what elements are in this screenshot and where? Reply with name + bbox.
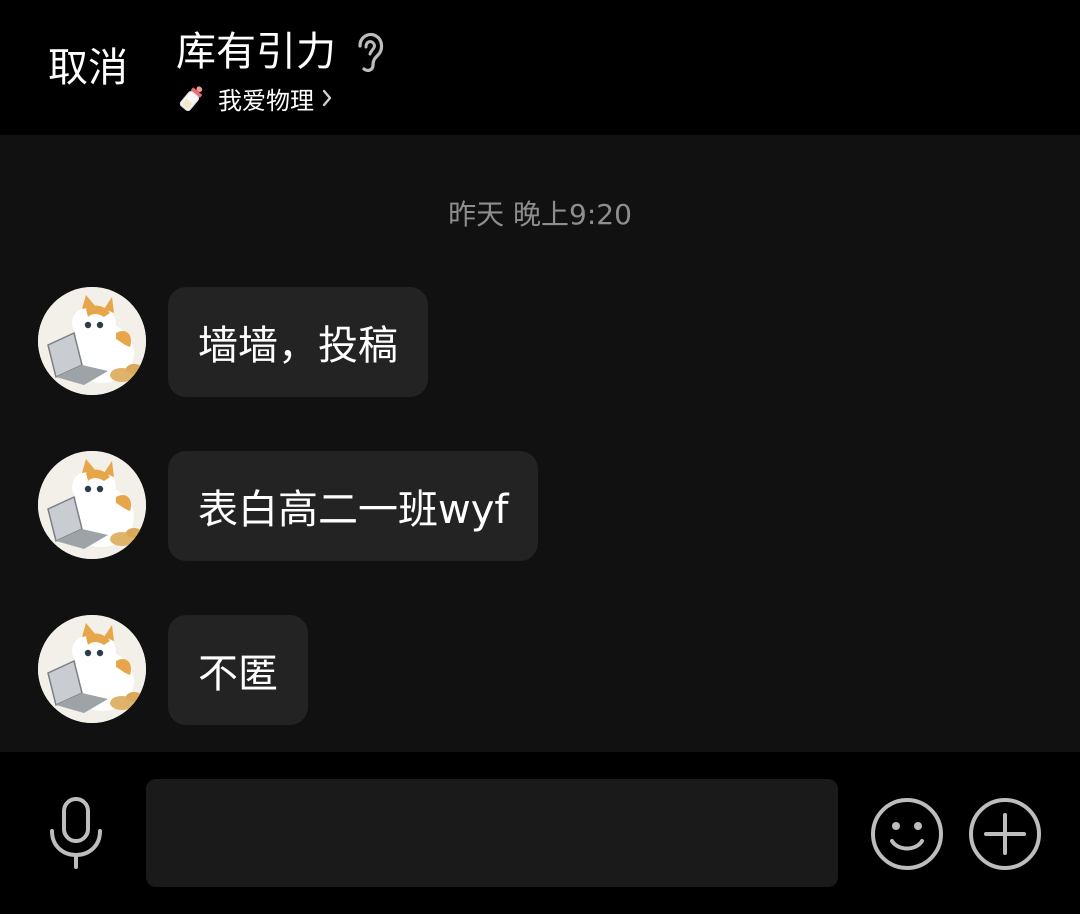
message-row: 不匿 [38,615,308,725]
cat-with-laptop-avatar [38,615,146,723]
message-bubble[interactable]: 表白高二一班wyf [168,451,539,561]
message-bubble[interactable]: 不匿 [168,615,308,725]
title-row: 库有引力 [176,26,386,78]
message-row: 墙墙，投稿 [38,287,428,397]
timestamp: 昨天 晚上9:20 [448,198,632,231]
avatar[interactable] [38,287,146,395]
avatar[interactable] [38,615,146,723]
subtitle-label: 我爱物理 [218,86,314,115]
page-title: 库有引力 [176,29,336,75]
baby-bottle-icon [179,86,203,112]
message-list[interactable]: 昨天 晚上9:20 墙墙，投稿 表白高二一班wyf 不匿 [0,135,1080,752]
plus-circle-icon[interactable] [966,795,1044,873]
message-bubble[interactable]: 墙墙，投稿 [168,287,428,397]
ear-icon[interactable] [352,30,386,74]
microphone-icon[interactable] [44,795,108,871]
cat-with-laptop-avatar [38,287,146,395]
top-bar: 取消 库有引力 我爱物理 [0,0,1080,135]
chevron-right-icon [322,89,332,107]
smiley-icon[interactable] [868,795,946,873]
message-row: 表白高二一班wyf [38,451,539,561]
conversation-title-area[interactable]: 库有引力 我爱物理 [176,26,386,116]
avatar[interactable] [38,451,146,559]
cat-with-laptop-avatar [38,451,146,559]
subtitle-row[interactable]: 我爱物理 [176,80,386,116]
cancel-button[interactable]: 取消 [48,42,128,94]
message-input[interactable] [146,779,838,887]
